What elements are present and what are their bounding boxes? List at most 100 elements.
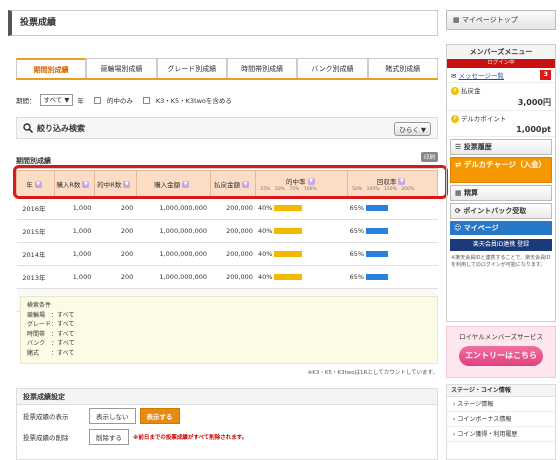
hit-only-label: 的中のみ: [106, 97, 133, 105]
rakuten-note: ※楽天会員IDと連携することで、楽天会員IDを利用してのログインが可能になります…: [451, 255, 551, 268]
grid-icon: ▦: [453, 16, 462, 24]
cell-hit-rate: 40%: [255, 265, 348, 289]
condition-item: 競輪場 ：すべて: [27, 311, 75, 319]
include-k3-checkbox[interactable]: [142, 96, 150, 104]
cell-return-rate: 65%: [347, 242, 438, 266]
search-icon: [23, 123, 33, 133]
tab-bar: 期間別成績 競輪場別成績 グレード別成績 時間帯別成績 バンク別成績 賭式別成績: [16, 58, 438, 80]
return-rate-text: 65%: [349, 204, 365, 212]
hit-rate-bar: [273, 205, 302, 211]
cell-return-rate: 65%: [347, 265, 438, 289]
cell-purchase: 1,000,000,000: [136, 219, 211, 243]
rakuten-link-button[interactable]: 楽天会員ID連携 登録: [450, 239, 552, 251]
return-rate-bar: [365, 274, 389, 280]
charge-icon: ⇄: [455, 160, 464, 169]
tab-bettype[interactable]: 賭式別成績: [367, 58, 438, 78]
mypage-top-button[interactable]: ▦ マイページトップ: [446, 10, 556, 30]
condition-item: バンク ：すべて: [27, 340, 75, 347]
points-label: デルカポイント: [461, 115, 507, 123]
delete-button[interactable]: 削除する: [89, 428, 129, 445]
coin-bonus-link[interactable]: › コインボーナス情報: [447, 412, 555, 427]
history-button[interactable]: ☰ 投票履歴: [450, 139, 552, 155]
cell-purchase: 1,000,000,000: [136, 265, 211, 289]
show-button[interactable]: 表示する: [139, 407, 180, 424]
return-rate-text: 65%: [349, 273, 365, 281]
settings-panel: 投票成績設定 投票成績の表示 表示しない 表示する 投票成績の削除 削除する ※…: [16, 388, 438, 460]
cell-payout: 200,000: [210, 219, 256, 243]
period-label: 期間：: [16, 97, 36, 105]
tab-period[interactable]: 期間別成績: [16, 58, 87, 78]
tab-time[interactable]: 時間帯別成績: [226, 58, 298, 78]
filter-row: 期間： すべて ▼ 年 的中のみ K3・K5・K3twoを含める: [16, 92, 438, 108]
refund-value: 3,000円: [517, 98, 551, 107]
search-conditions: 検索条件 競輪場 ：すべて グレード：すべて 時間帯 ：すべて バンク ：すべて…: [20, 296, 438, 364]
cell-return-rate: 65%: [347, 219, 438, 243]
cell-return-rate: 65%: [347, 196, 438, 220]
cell-payout: 200,000: [210, 265, 256, 289]
stage-link-label: ステージ情報: [457, 401, 494, 408]
hit-rate-text: 40%: [257, 204, 273, 212]
messages-row[interactable]: ✉ メッセージ一覧 3: [447, 68, 555, 83]
return-rate-text: 65%: [349, 227, 365, 235]
hit-rate-text: 40%: [257, 227, 273, 235]
cell-r-count: 1,000: [54, 219, 95, 243]
login-status: ログイン中: [447, 59, 555, 68]
settle-label: 精算: [464, 189, 479, 197]
royal-members-box: ロイヤルメンバーズサービス エントリーはこちら: [446, 326, 556, 378]
point-coin-icon: P: [451, 115, 459, 123]
highlight-frame: [13, 165, 448, 199]
royal-title: ロイヤルメンバーズサービス: [459, 333, 543, 341]
cell-purchase: 1,000,000,000: [136, 196, 211, 220]
charge-button[interactable]: ⇄ デルカチャージ（入金）: [450, 157, 552, 183]
yen-coin-icon: ¥: [451, 87, 459, 95]
return-rate-bar: [365, 228, 389, 234]
open-button[interactable]: ひらく ▼: [394, 122, 431, 136]
main-content: 投票成績 期間別成績 競輪場別成績 グレード別成績 時間帯別成績 バンク別成績 …: [8, 10, 448, 460]
return-rate-text: 65%: [349, 250, 365, 258]
refine-search-label: 絞り込み検索: [37, 123, 85, 133]
condition-item: 時間帯 ：すべて: [27, 330, 75, 338]
condition-item: グレード：すべて: [27, 321, 75, 328]
list-icon: ☰: [455, 143, 464, 151]
pointback-button[interactable]: ⟳ ポイントバック受取: [450, 203, 552, 219]
hit-only-checkbox[interactable]: [93, 96, 101, 104]
include-k3-label: K3・K5・K3twoを含める: [155, 97, 232, 105]
mypage-button[interactable]: ☺ マイページ: [450, 221, 552, 235]
cell-payout: 200,000: [210, 242, 256, 266]
period-unit: 年: [77, 97, 84, 105]
charge-label: デルカチャージ（入金）: [463, 160, 546, 169]
coin-history-link[interactable]: › コイン獲得・利用履歴: [447, 427, 555, 442]
refund-label: 払戻金: [461, 87, 481, 95]
cell-hit-rate: 40%: [255, 242, 348, 266]
mypage-label: マイページ: [463, 224, 499, 232]
person-icon: ☺: [454, 224, 464, 232]
delete-label: 投票成績の削除: [23, 433, 69, 442]
settle-button[interactable]: ▦ 精算: [450, 185, 552, 201]
page-title: 投票成績: [8, 10, 438, 36]
hit-rate-text: 40%: [257, 273, 273, 281]
cell-year: 2016年: [16, 196, 55, 220]
delete-note: ※前日までの投票成績がすべて削除されます。: [133, 434, 248, 441]
member-menu: メンバーズメニュー ログイン中 ✉ メッセージ一覧 3 ¥ 払戻金 3,000円 …: [446, 44, 556, 322]
table-row: 2014年 1,000 200 1,000,000,000 200,000 40% 65%: [16, 242, 438, 266]
cell-purchase: 1,000,000,000: [136, 242, 211, 266]
cell-hit-rate: 40%: [255, 219, 348, 243]
tab-velodrome[interactable]: 競輪場別成績: [86, 58, 157, 78]
print-button[interactable]: 印刷: [420, 152, 438, 162]
royal-entry-button[interactable]: エントリーはこちら: [459, 346, 543, 366]
refine-search-bar[interactable]: 絞り込み検索 ひらく ▼: [16, 117, 438, 139]
cell-year: 2013年: [16, 265, 55, 289]
cell-hit-count: 200: [94, 196, 137, 220]
footnote: ※K3・K5・K3twoは1Rとしてカウントしています。: [307, 370, 438, 376]
display-row: 投票成績の表示 表示しない 表示する: [17, 405, 437, 426]
hit-rate-text: 40%: [257, 250, 273, 258]
section-title-text: 期間別成績: [16, 157, 51, 165]
stage-link[interactable]: › ステージ情報: [447, 397, 555, 412]
hide-button[interactable]: 表示しない: [89, 407, 136, 424]
period-select[interactable]: すべて ▼: [39, 94, 74, 106]
tab-grade[interactable]: グレード別成績: [156, 58, 227, 78]
tab-bank[interactable]: バンク別成績: [297, 58, 368, 78]
cell-hit-rate: 40%: [255, 196, 348, 220]
messages-link[interactable]: メッセージ一覧: [459, 72, 504, 80]
refund-row: ¥ 払戻金 3,000円: [447, 83, 555, 111]
